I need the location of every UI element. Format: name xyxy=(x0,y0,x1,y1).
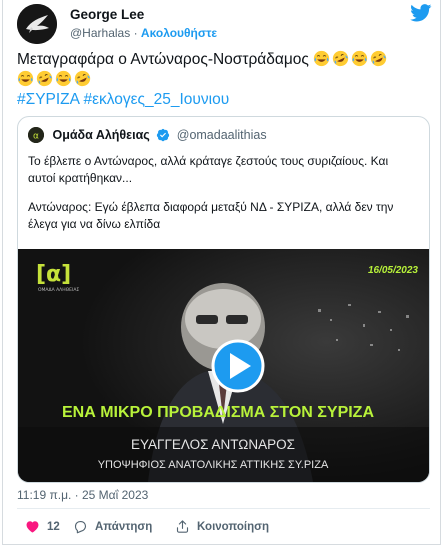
video-date: 16/05/2023 xyxy=(368,265,418,276)
quoted-line: Αντώναρος: Εγώ έβλεπα διαφορά μεταξύ ΝΔ … xyxy=(28,200,394,214)
laughing-crying-emoji-icon xyxy=(55,70,72,87)
like-count: 12 xyxy=(47,520,60,533)
like-button[interactable]: 12 xyxy=(25,519,60,534)
author-avatar[interactable] xyxy=(17,4,57,44)
quoted-paragraph-1: Το έβλεπε ο Αντώναρος, αλλά κράταγε ζεστ… xyxy=(28,153,420,187)
video-lower-name: ΕΥΑΓΓΕΛΟΣ ΑΝΤΩΝΑΡΟΣ xyxy=(131,437,295,452)
share-label: Κοινοποίηση xyxy=(197,520,269,533)
embedded-tweet: George Lee @Harhalas · Ακολουθήστε Μεταγ… xyxy=(2,0,441,545)
quoted-tweet[interactable]: α Ομάδα Αλήθειας @omadaalithias Το έβλεπ… xyxy=(17,116,430,483)
emoji-group xyxy=(17,70,93,88)
quoted-line: έλεγα για να δίνω ελπίδα xyxy=(28,217,161,231)
emoji-group xyxy=(313,50,389,68)
laughing-crying-emoji-icon xyxy=(17,70,34,87)
author-name[interactable]: George Lee xyxy=(70,7,144,22)
svg-text:α: α xyxy=(33,132,39,142)
quoted-header: α Ομάδα Αλήθειας @omadaalithias xyxy=(28,127,267,145)
video-frame: [α] ΟΜΑΔΑ ΑΛΗΘΕΙΑΣ 16/05/2023 ΕΝΑ ΜΙΚΡΟ … xyxy=(18,249,429,482)
quoted-name[interactable]: Ομάδα Αλήθειας xyxy=(52,128,149,142)
laughing-crying-emoji-icon xyxy=(314,50,330,67)
reply-icon xyxy=(74,520,87,534)
quoted-handle[interactable]: @omadaalithias xyxy=(177,128,267,142)
quoted-line: Το έβλεπε ο Αντώναρος, αλλά κράταγε ζεστ… xyxy=(28,154,389,168)
share-button[interactable]: Κοινοποίηση xyxy=(175,519,269,534)
hashtag-elections[interactable]: #εκλογες_25_Ιουνιου xyxy=(83,91,229,108)
tweet-body: Μεταγραφάρα ο Αντώναρος-Νοστράδαμος xyxy=(17,51,309,68)
reply-label: Απάντηση xyxy=(95,520,153,533)
tweet-timestamp[interactable]: 11:19 π.μ. · 25 Μαΐ 2023 xyxy=(17,488,148,502)
quoted-paragraph-2: Αντώναρος: Εγώ έβλεπα διαφορά μεταξύ ΝΔ … xyxy=(28,199,420,233)
tweet-text: Μεταγραφάρα ο Αντώναρος-Νοστράδαμος #ΣΥΡ… xyxy=(17,50,437,110)
play-button[interactable] xyxy=(211,339,265,393)
reply-button[interactable]: Απάντηση xyxy=(73,519,152,534)
author-meta: @Harhalas · Ακολουθήστε xyxy=(70,26,217,40)
quoted-line: αυτοί κρατήθηκαν... xyxy=(28,171,133,185)
rofl-emoji-icon xyxy=(36,70,53,87)
tweet-line-2 xyxy=(17,70,437,90)
author-handle[interactable]: @Harhalas xyxy=(70,26,130,40)
laughing-crying-emoji-icon xyxy=(352,50,368,67)
rofl-emoji-icon xyxy=(333,50,349,67)
video-lower-role: ΥΠΟΨΗΦΙΟΣ ΑΝΑΤΟΛΙΚΗΣ ΑΤΤΙΚΗΣ ΣΥ.ΡΙΖΑ xyxy=(98,459,329,471)
share-icon xyxy=(176,520,189,533)
hashtag-syriza[interactable]: #ΣΥΡΙΖΑ xyxy=(17,91,79,108)
heart-icon xyxy=(26,521,39,533)
video-player[interactable]: [α] ΟΜΑΔΑ ΑΛΗΘΕΙΑΣ 16/05/2023 ΕΝΑ ΜΙΚΡΟ … xyxy=(18,249,429,482)
follow-button[interactable]: Ακολουθήστε xyxy=(141,26,217,40)
video-logo-sub: ΟΜΑΔΑ ΑΛΗΘΕΙΑΣ xyxy=(38,287,79,293)
quoted-avatar[interactable]: α xyxy=(28,127,44,143)
video-caption: ΕΝΑ ΜΙΚΡΟ ΠΡΟΒΑΔΙΣΜΑ ΣΤΟΝ ΣΥΡΙΖΑ xyxy=(62,404,374,421)
quoted-text: Το έβλεπε ο Αντώναρος, αλλά κράταγε ζεστ… xyxy=(28,153,420,245)
rofl-emoji-icon xyxy=(371,50,387,67)
divider xyxy=(17,508,430,509)
tweet-line-3: #ΣΥΡΙΖΑ #εκλογες_25_Ιουνιου xyxy=(17,90,437,110)
video-logo: [α] xyxy=(36,262,71,287)
verified-badge-icon xyxy=(157,128,170,142)
rofl-emoji-icon xyxy=(74,70,91,87)
meta-separator: · xyxy=(133,26,138,40)
tweet-line-1: Μεταγραφάρα ο Αντώναρος-Νοστράδαμος xyxy=(17,50,437,70)
twitter-bird-icon[interactable] xyxy=(410,4,432,22)
